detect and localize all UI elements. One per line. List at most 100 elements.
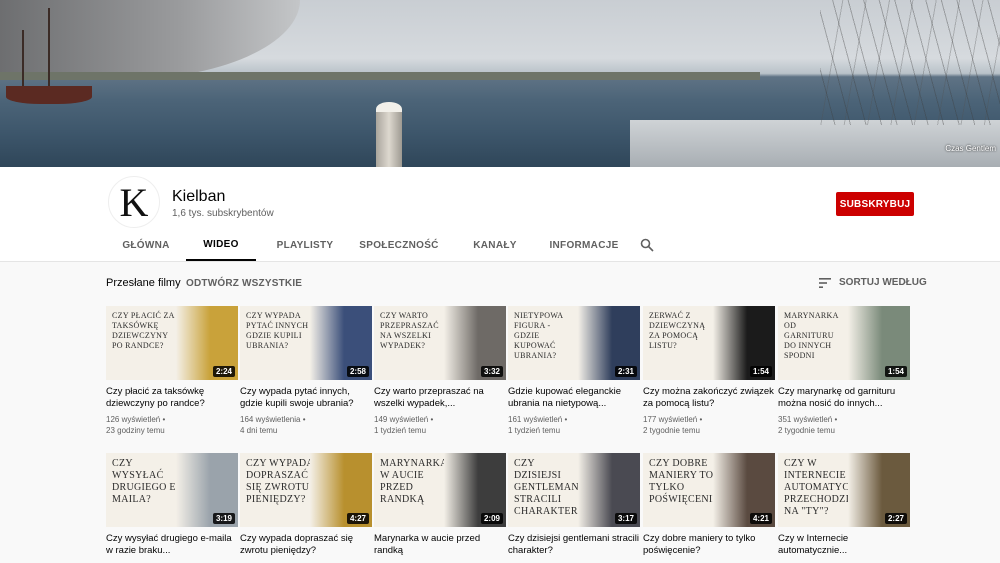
banner-credit: Czas Gentlem [945, 144, 996, 153]
video-card[interactable]: Zerwać z dziewczyną za pomocą listu? 1:54… [643, 306, 775, 436]
video-meta: 161 wyświetleń • 1 tydzień temu [508, 414, 640, 436]
video-meta: 351 wyświetleń • 2 tygodnie temu [778, 414, 910, 436]
tab-channels[interactable]: KANAŁY [462, 230, 528, 261]
thumbnail-text: Czy płacić za taksówkę dziewczyny po ran… [112, 311, 175, 350]
view-count: 149 wyświetleń [374, 415, 429, 424]
video-thumbnail[interactable]: Zerwać z dziewczyną za pomocą listu? 1:54 [643, 306, 775, 380]
video-duration: 2:58 [346, 366, 369, 377]
video-card[interactable]: Marynarka od garnituru do innych spodni 1… [778, 306, 910, 436]
thumbnail-text: Czy warto przepraszać na wszelki wypadek… [380, 311, 439, 350]
thumbnail-text: Czy wysyłać drugiego e-maila? [112, 458, 180, 505]
thumbnail-text: Czy wypada pytać innych gdzie kupili ubr… [246, 311, 309, 350]
upload-age: 4 dni temu [240, 426, 278, 435]
video-card[interactable]: Czy warto przepraszać na wszelki wypadek… [374, 306, 506, 436]
video-title[interactable]: Czy w Internecie automatycznie... [778, 533, 910, 557]
video-card[interactable]: Czy dobre maniery to tylko poświęcenie? 4… [643, 453, 775, 557]
subscribe-button[interactable]: SUBSKRYBUJ [836, 192, 914, 216]
video-thumbnail[interactable]: Marynarka w aucie przed randką 2:09 [374, 453, 506, 527]
video-duration: 3:17 [614, 513, 637, 524]
video-card[interactable]: Marynarka w aucie przed randką 2:09 Maryna… [374, 453, 506, 557]
video-title[interactable]: Czy dzisiejsi gentlemani stracili charak… [508, 533, 640, 557]
meta-separator: • [300, 415, 306, 424]
video-thumbnail[interactable]: Czy dobre maniery to tylko poświęcenie? 4… [643, 453, 775, 527]
video-duration: 4:27 [346, 513, 369, 524]
channel-tabs: GŁÓWNA WIDEO PLAYLISTY SPOŁECZNOŚĆ KANAŁ… [106, 230, 626, 261]
video-duration: 1:54 [884, 366, 907, 377]
video-thumbnail[interactable]: Czy w Internecie automatycznie przechodz… [778, 453, 910, 527]
sort-icon [819, 277, 831, 288]
banner-mast [48, 8, 50, 88]
upload-age: 2 tygodnie temu [778, 426, 835, 435]
upload-age: 1 tydzień temu [374, 426, 427, 435]
channel-name: Kielban [172, 188, 226, 205]
video-title[interactable]: Czy marynarkę od garnituru można nosić d… [778, 386, 910, 410]
channel-avatar[interactable]: K [108, 176, 160, 228]
header-divider [0, 261, 1000, 262]
tab-videos[interactable]: WIDEO [186, 230, 256, 261]
sort-label: SORTUJ WEDŁUG [839, 277, 927, 288]
video-thumbnail[interactable]: Czy wypada pytać innych gdzie kupili ubr… [240, 306, 372, 380]
video-meta: 126 wyświetleń • 23 godziny temu [106, 414, 238, 436]
banner-rock [0, 0, 300, 80]
video-title[interactable]: Gdzie kupować eleganckie ubrania na niet… [508, 386, 640, 410]
video-card[interactable]: Czy wypada pytać innych gdzie kupili ubr… [240, 306, 372, 436]
view-count: 351 wyświetleń [778, 415, 833, 424]
video-title[interactable]: Czy warto przepraszać na wszelki wypadek… [374, 386, 506, 410]
meta-separator: • [562, 415, 568, 424]
meta-separator: • [697, 415, 703, 424]
video-meta: 164 wyświetlenia • 4 dni temu [240, 414, 372, 436]
banner-post [376, 112, 402, 167]
video-title[interactable]: Czy można zakończyć związek za pomocą li… [643, 386, 775, 410]
view-count: 177 wyświetleń [643, 415, 698, 424]
video-duration: 2:27 [884, 513, 907, 524]
channel-banner: Czas Gentlem [0, 0, 1000, 167]
sort-button[interactable]: SORTUJ WEDŁUG [819, 277, 927, 288]
view-count: 161 wyświetleń [508, 415, 563, 424]
meta-separator: • [428, 415, 434, 424]
video-duration: 2:31 [614, 366, 637, 377]
video-title[interactable]: Czy dobre maniery to tylko poświęcenie? [643, 533, 775, 557]
banner-mast [22, 30, 24, 88]
video-card[interactable]: Czy dzisiejsi gentlemani stracili charak… [508, 453, 640, 557]
video-card[interactable]: Czy wysyłać drugiego e-maila? 3:19 Czy wys… [106, 453, 238, 557]
view-count: 164 wyświetlenia [240, 415, 301, 424]
video-title[interactable]: Czy płacić za taksówkę dziewczyny po ran… [106, 386, 238, 410]
video-thumbnail[interactable]: Nietypowa figura - gdzie kupować ubrania… [508, 306, 640, 380]
video-meta: 149 wyświetleń • 1 tydzień temu [374, 414, 506, 436]
view-count: 126 wyświetleń [106, 415, 161, 424]
video-card[interactable]: Nietypowa figura - gdzie kupować ubrania… [508, 306, 640, 436]
video-title[interactable]: Czy wypada dopraszać się zwrotu pieniędz… [240, 533, 372, 557]
video-title[interactable]: Czy wypada pytać innych, gdzie kupili sw… [240, 386, 372, 410]
thumbnail-text: Czy dzisiejsi gentlemani stracili charak… [514, 458, 583, 517]
video-title[interactable]: Marynarka w aucie przed randką [374, 533, 506, 557]
tab-playlists[interactable]: PLAYLISTY [262, 230, 348, 261]
section-title: Przesłane filmy [106, 277, 181, 289]
play-all-button[interactable]: ODTWÓRZ WSZYSTKIE [186, 278, 302, 289]
video-card[interactable]: Czy płacić za taksówkę dziewczyny po ran… [106, 306, 238, 436]
thumbnail-text: Zerwać z dziewczyną za pomocą listu? [649, 311, 706, 350]
video-duration: 4:21 [749, 513, 772, 524]
video-thumbnail[interactable]: Czy wypada dopraszać się zwrotu pieniędz… [240, 453, 372, 527]
upload-age: 23 godziny temu [106, 426, 165, 435]
thumbnail-text: Nietypowa figura - gdzie kupować ubrania… [514, 311, 563, 360]
search-icon[interactable] [640, 238, 654, 252]
tab-home[interactable]: GŁÓWNA [106, 230, 186, 261]
video-duration: 3:32 [480, 366, 503, 377]
tab-community[interactable]: SPOŁECZNOŚĆ [352, 230, 446, 261]
video-thumbnail[interactable]: Czy płacić za taksówkę dziewczyny po ran… [106, 306, 238, 380]
video-thumbnail[interactable]: Czy warto przepraszać na wszelki wypadek… [374, 306, 506, 380]
banner-boat [6, 86, 92, 104]
video-card[interactable]: Czy wypada dopraszać się zwrotu pieniędz… [240, 453, 372, 557]
video-thumbnail[interactable]: Marynarka od garnituru do innych spodni 1… [778, 306, 910, 380]
thumbnail-text: Czy wypada dopraszać się zwrotu pieniędz… [246, 458, 314, 505]
thumbnail-text: Czy dobre maniery to tylko poświęcenie? [649, 458, 724, 505]
video-thumbnail[interactable]: Czy dzisiejsi gentlemani stracili charak… [508, 453, 640, 527]
video-meta: 177 wyświetleń • 2 tygodnie temu [643, 414, 775, 436]
subscriber-count: 1,6 tys. subskrybentów [172, 208, 274, 219]
tab-about[interactable]: INFORMACJE [542, 230, 626, 261]
video-thumbnail[interactable]: Czy wysyłać drugiego e-maila? 3:19 [106, 453, 238, 527]
thumbnail-text: Marynarka w aucie przed randką [380, 458, 448, 505]
banner-rigging [820, 0, 1000, 125]
video-card[interactable]: Czy w Internecie automatycznie przechodz… [778, 453, 910, 557]
video-title[interactable]: Czy wysyłać drugiego e-maila w razie bra… [106, 533, 238, 557]
